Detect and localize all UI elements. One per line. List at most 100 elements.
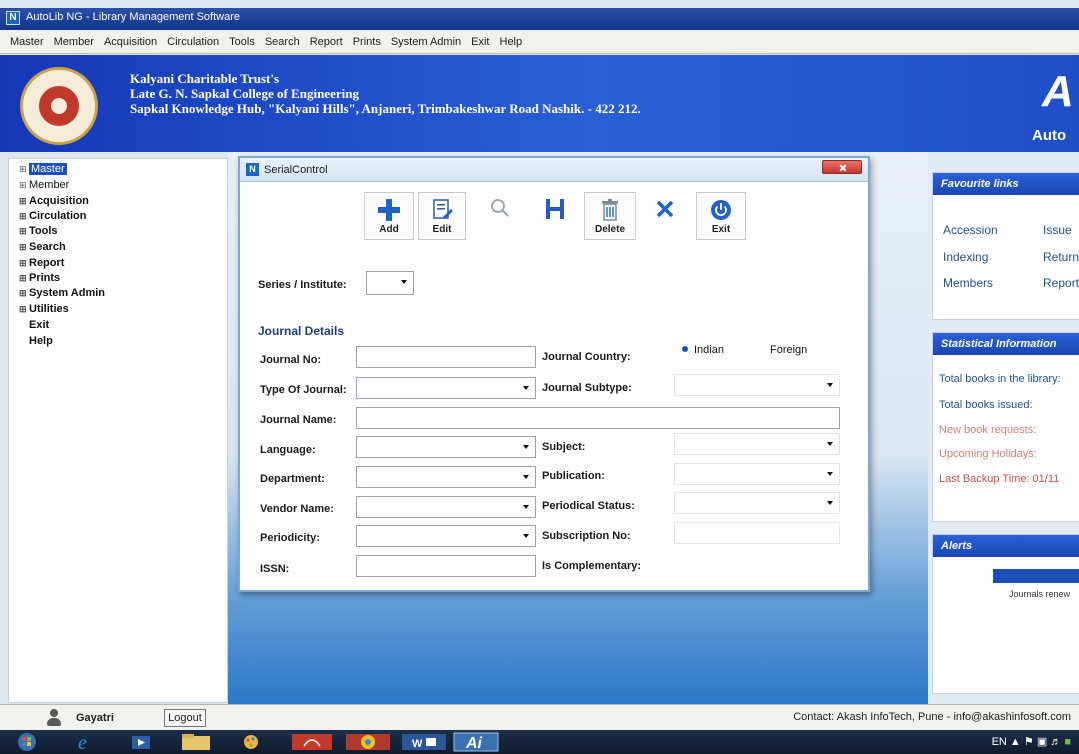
tray-flag-icon[interactable]: ⚑ [1024, 736, 1034, 748]
taskbar-paint[interactable] [236, 732, 266, 752]
expand-icon: ⊞ [19, 304, 27, 314]
edit-button[interactable]: Edit [418, 192, 466, 240]
alert-selected-row[interactable] [993, 569, 1079, 583]
menu-search[interactable]: Search [265, 36, 300, 48]
link-issue[interactable]: Issue [1043, 223, 1072, 237]
chevron-down-icon [523, 475, 529, 479]
menu-system-admin[interactable]: System Admin [391, 36, 461, 48]
tray-up-arrow-icon[interactable]: ▲ [1010, 736, 1021, 748]
contact-info: Contact: Akash InfoTech, Pune - info@aka… [793, 711, 1071, 723]
vendor-name-label: Vendor Name: [260, 503, 334, 515]
menu-master[interactable]: Master [10, 36, 44, 48]
nav-prints[interactable]: ⊞ Prints [19, 272, 60, 284]
subscription-no-field[interactable] [674, 522, 840, 544]
menu-exit[interactable]: Exit [471, 36, 489, 48]
nav-exit[interactable]: Exit [19, 319, 49, 331]
publication-select[interactable] [674, 463, 840, 485]
menu-member[interactable]: Member [54, 36, 94, 48]
svg-text:W: W [412, 738, 423, 750]
type-of-journal-select[interactable] [356, 377, 536, 399]
serial-control-dialog: N SerialControl Add Edit Delete Exit Ser… [238, 156, 870, 592]
taskbar-pdf[interactable] [286, 732, 338, 752]
taskbar-explorer[interactable] [176, 732, 216, 752]
language-indicator[interactable]: EN [992, 736, 1007, 748]
journal-subtype-label: Journal Subtype: [542, 382, 632, 394]
browser-icon: e [78, 732, 87, 754]
language-select[interactable] [356, 436, 536, 458]
save-button[interactable] [538, 192, 572, 240]
nav-utilities[interactable]: ⊞ Utilities [19, 303, 69, 315]
exit-button[interactable]: Exit [696, 192, 746, 240]
nav-help[interactable]: Help [19, 335, 53, 347]
autolib-taskbar-icon: Ai [453, 732, 499, 752]
tray-volume-icon[interactable]: ♬ [1050, 736, 1061, 748]
link-accession[interactable]: Accession [943, 223, 998, 237]
os-taskbar: e W Ai EN ▲ ⚑ ▣ ♬ ■ [0, 730, 1079, 754]
nav-member[interactable]: ⊞ Member [19, 179, 69, 191]
radio-foreign[interactable]: Foreign [770, 344, 807, 356]
favourite-links-title: Favourite links [933, 173, 1079, 195]
periodicity-select[interactable] [356, 525, 536, 547]
dialog-app-icon: N [246, 163, 259, 176]
series-institute-select[interactable] [366, 271, 414, 295]
link-members[interactable]: Members [943, 276, 993, 290]
user-icon [46, 709, 62, 727]
tray-network-icon[interactable]: ▣ [1037, 736, 1047, 748]
journal-subtype-select[interactable] [674, 374, 840, 396]
expand-icon: ⊞ [19, 273, 27, 283]
window-title: AutoLib NG - Library Management Software [26, 11, 240, 23]
college-logo [20, 67, 98, 145]
stat-last-backup: Last Backup Time: 01/11 [939, 473, 1060, 485]
radio-indian[interactable]: Indian [682, 344, 724, 356]
nav-circulation[interactable]: ⊞ Circulation [19, 210, 86, 222]
nav-acquisition[interactable]: ⊞ Acquisition [19, 195, 89, 207]
journal-name-field[interactable] [356, 407, 840, 429]
power-icon [711, 200, 731, 220]
nav-tools[interactable]: ⊞ Tools [19, 225, 58, 237]
stat-new-requests: New book requests: [939, 424, 1037, 436]
taskbar-word[interactable]: W [398, 732, 450, 752]
expand-icon: ⊞ [19, 196, 27, 206]
subject-select[interactable] [674, 433, 840, 455]
expand-icon: ⊞ [19, 180, 27, 190]
svg-text:Ai: Ai [465, 735, 483, 752]
add-button[interactable]: Add [364, 192, 414, 240]
taskbar-media[interactable] [128, 732, 154, 752]
radio-selected-icon [682, 346, 688, 353]
taskbar-chrome[interactable] [342, 732, 394, 752]
expand-icon: ⊞ [19, 164, 27, 174]
menu-help[interactable]: Help [500, 36, 523, 48]
vendor-name-select[interactable] [356, 496, 536, 518]
search-button[interactable] [484, 192, 518, 240]
department-select[interactable] [356, 466, 536, 488]
menu-tools[interactable]: Tools [229, 36, 255, 48]
link-return[interactable]: Return [1043, 250, 1079, 264]
menu-circulation[interactable]: Circulation [167, 36, 219, 48]
taskbar-ie[interactable]: e [72, 732, 98, 754]
start-button[interactable] [14, 732, 40, 752]
pdf-reader-icon [292, 734, 332, 750]
taskbar-autolib[interactable]: Ai [452, 732, 500, 752]
nav-search[interactable]: ⊞ Search [19, 241, 66, 253]
issn-field[interactable] [356, 555, 536, 577]
nav-report[interactable]: ⊞ Report [19, 257, 64, 269]
username: Gayatri [76, 712, 114, 724]
tray-app-icon[interactable]: ■ [1064, 736, 1071, 748]
publication-label: Publication: [542, 470, 605, 482]
media-player-icon [132, 736, 150, 749]
periodical-status-select[interactable] [674, 492, 840, 514]
link-indexing[interactable]: Indexing [943, 250, 988, 264]
series-institute-label: Series / Institute: [258, 279, 347, 291]
alert-journals-renew[interactable]: Journals renew [1009, 589, 1070, 599]
menu-acquisition[interactable]: Acquisition [104, 36, 157, 48]
journal-no-field[interactable] [356, 346, 536, 368]
menu-prints[interactable]: Prints [353, 36, 381, 48]
link-report[interactable]: Report [1043, 276, 1079, 290]
menu-report[interactable]: Report [310, 36, 343, 48]
cancel-button[interactable] [648, 192, 682, 240]
nav-system-admin[interactable]: ⊞ System Admin [19, 287, 105, 299]
logout-button[interactable]: Logout [164, 709, 206, 727]
nav-master[interactable]: ⊞ Master [19, 163, 67, 175]
delete-button[interactable]: Delete [584, 192, 636, 240]
dialog-close-button[interactable] [822, 160, 862, 174]
